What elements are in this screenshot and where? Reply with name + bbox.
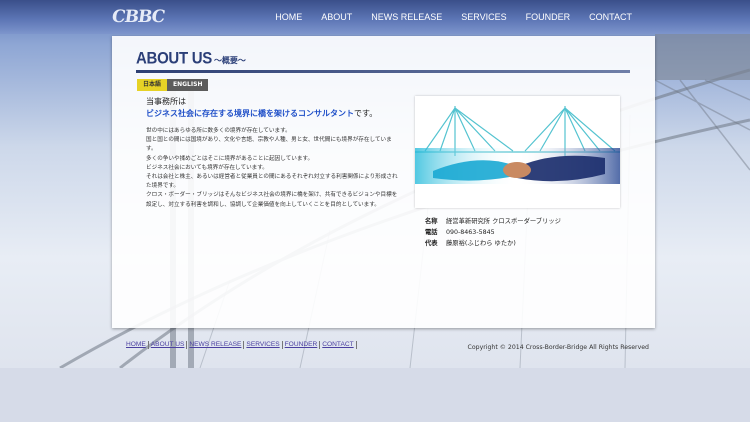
handshake-bridge-illustration	[415, 96, 620, 208]
nav-services[interactable]: SERVICES	[461, 12, 506, 22]
nav-home[interactable]: HOME	[275, 12, 302, 22]
info-value: 090-8463-5845	[446, 229, 495, 236]
content-panel: ABOUT US ～概要～ 日本語 ENGLISH 当事務所は ビジネス社会に存在…	[112, 36, 655, 328]
company-info: 名称 経営革新研究所 クロスボーダーブリッジ 電話 090-8463-5845 代表…	[425, 216, 561, 249]
bottom-band	[0, 368, 750, 422]
footer-link-home[interactable]: HOME	[126, 341, 149, 349]
body-text: 世の中にはあらゆる所に数多くの境界が存在しています。 国と国との間には国境があり…	[146, 127, 398, 210]
nav-founder[interactable]: FOUNDER	[526, 12, 571, 22]
info-value: 経営革新研究所 クロスボーダーブリッジ	[446, 218, 561, 225]
nav-news-release[interactable]: NEWS RELEASE	[371, 12, 442, 22]
lead-highlight: ビジネス社会に存在する境界に橋を架けるコンサルタント	[146, 109, 354, 118]
paragraph: ビジネス社会においても境界が存在しています。	[146, 164, 268, 171]
paragraph: それは会社と株主、あるいは経営者と従業員との間にあるそれぞれ対立する利害関係によ…	[146, 174, 398, 190]
copyright-text: Copyright © 2014 Cross-Border-Bridge All…	[467, 344, 649, 351]
info-label: 代表	[425, 240, 438, 247]
footer-nav: HOME ABOUT US NEWS RELEASE SERVICES FOUN…	[126, 341, 359, 349]
site-logo[interactable]: CBBC	[110, 4, 166, 30]
main-nav: HOME ABOUT NEWS RELEASE SERVICES FOUNDER…	[275, 0, 632, 34]
footer-link-about-us[interactable]: ABOUT US	[151, 341, 188, 349]
language-switch: 日本語 ENGLISH	[137, 79, 209, 91]
info-row: 名称 経営革新研究所 クロスボーダーブリッジ	[425, 216, 561, 227]
footer-link-founder[interactable]: FOUNDER	[285, 341, 321, 349]
page-title: ABOUT US ～概要～	[136, 48, 630, 73]
nav-about[interactable]: ABOUT	[321, 12, 352, 22]
info-row: 電話 090-8463-5845	[425, 227, 561, 238]
paragraph: 国と国との間には国境があり、文化や言語、宗教や人種、男と女、世代間にも境界が存在…	[146, 137, 392, 153]
lead-suffix: です。	[354, 109, 378, 118]
lead-line-1: 当事務所は	[146, 97, 186, 106]
info-row: 代表 藤原裕(ふじわら ゆたか)	[425, 238, 561, 249]
paragraph: 世の中にはあらゆる所に数多くの境界が存在しています。	[146, 128, 291, 134]
lang-english-button[interactable]: ENGLISH	[167, 79, 209, 91]
handshake-bridge-photo	[415, 96, 620, 208]
header-bar: CBBC HOME ABOUT NEWS RELEASE SERVICES FO…	[0, 0, 750, 34]
paragraph: 多くの争いや揉めごとはそこに境界があることに起因しています。	[146, 155, 314, 162]
nav-contact[interactable]: CONTACT	[589, 12, 632, 22]
info-label: 電話	[425, 229, 438, 236]
footer-link-contact[interactable]: CONTACT	[322, 341, 357, 349]
footer-link-news-release[interactable]: NEWS RELEASE	[189, 341, 245, 349]
paragraph: クロス・ボーダー・ブリッジはそんなビジネス社会の境界に橋を架け、共有できるビジョ…	[146, 192, 398, 208]
title-underline	[136, 70, 630, 73]
info-label: 名称	[425, 218, 438, 225]
footer-link-services[interactable]: SERVICES	[246, 341, 283, 349]
lang-japanese-button[interactable]: 日本語	[137, 79, 168, 91]
lead-line-2: ビジネス社会に存在する境界に橋を架けるコンサルタントです。	[146, 108, 377, 119]
page-subtitle: ～概要～	[213, 56, 246, 65]
page-title-text: ABOUT US	[136, 49, 212, 68]
info-value: 藤原裕(ふじわら ゆたか)	[446, 240, 516, 247]
